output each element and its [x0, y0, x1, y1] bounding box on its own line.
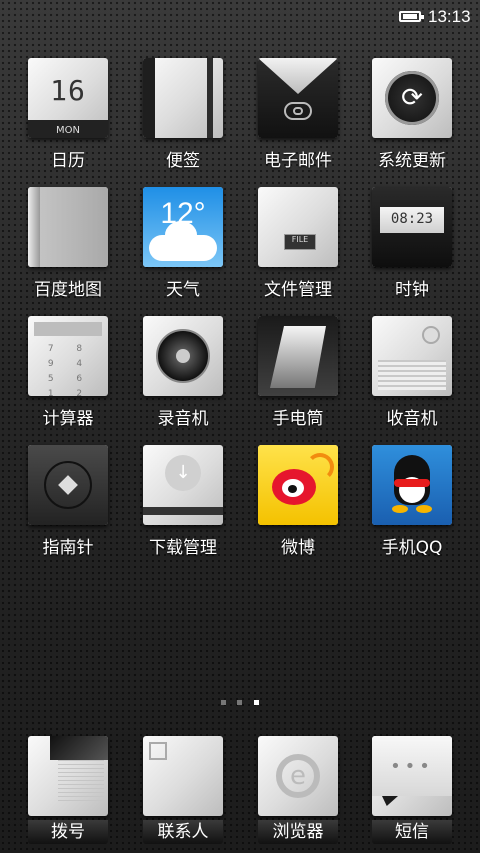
app-label: 文件管理 — [264, 280, 332, 300]
weather-icon: 12° — [143, 187, 223, 267]
app-label: 指南针 — [42, 538, 94, 558]
flashlight-icon — [258, 316, 338, 396]
battery-icon — [399, 11, 424, 22]
calculator-icon: 7 8 9 4 5 6 1 2 3 — [28, 316, 108, 396]
contacts-icon — [143, 736, 223, 816]
app-weather[interactable]: 12° 天气 — [128, 187, 238, 307]
browser-icon: e — [258, 736, 338, 816]
dock-label: 短信 — [372, 820, 452, 844]
status-bar: 13:13 — [0, 0, 480, 34]
app-label: 微博 — [281, 538, 315, 558]
dock-label: 拨号 — [28, 820, 108, 844]
dock-label: 联系人 — [143, 820, 223, 844]
dock-messages[interactable]: ••• 短信 — [357, 736, 467, 846]
app-weibo[interactable]: 微博 — [243, 445, 353, 565]
dock-contacts[interactable]: 联系人 — [128, 736, 238, 846]
app-clock[interactable]: 08:23 时钟 — [357, 187, 467, 307]
file-manager-icon: FILE — [258, 187, 338, 267]
phone-dialer-icon — [28, 736, 108, 816]
dock-browser[interactable]: e 浏览器 — [243, 736, 353, 846]
recorder-icon — [143, 316, 223, 396]
status-clock: 13:13 — [428, 7, 471, 26]
email-icon — [258, 58, 338, 138]
app-label: 时钟 — [395, 280, 429, 300]
app-download-manager[interactable]: ↓ 下载管理 — [128, 445, 238, 565]
app-label: 电子邮件 — [264, 151, 332, 171]
clock-icon: 08:23 — [372, 187, 452, 267]
compass-icon — [28, 445, 108, 525]
dock-dialer[interactable]: 拨号 — [13, 736, 123, 846]
download-icon: ↓ — [143, 445, 223, 525]
qq-penguin-icon — [372, 445, 452, 525]
app-file-manager[interactable]: FILE 文件管理 — [243, 187, 353, 307]
page-dot-active[interactable] — [254, 700, 259, 705]
app-label: 便签 — [166, 151, 200, 171]
app-label: 日历 — [51, 151, 85, 171]
app-label: 手电筒 — [272, 409, 324, 429]
app-compass[interactable]: 指南针 — [13, 445, 123, 565]
calendar-icon: 16 MON — [28, 58, 108, 138]
app-label: 天气 — [166, 280, 200, 300]
app-calculator[interactable]: 7 8 9 4 5 6 1 2 3 计算器 — [13, 316, 123, 436]
page-dot[interactable] — [221, 700, 226, 705]
radio-icon — [372, 316, 452, 396]
app-label: 录音机 — [157, 409, 209, 429]
app-email[interactable]: 电子邮件 — [243, 58, 353, 178]
app-label: 下载管理 — [149, 538, 217, 558]
message-icon: ••• — [372, 736, 452, 816]
app-label: 百度地图 — [34, 280, 102, 300]
app-label: 手机QQ — [381, 538, 443, 558]
app-radio[interactable]: 收音机 — [357, 316, 467, 436]
app-label: 系统更新 — [378, 151, 446, 171]
app-label: 计算器 — [42, 409, 94, 429]
app-notes[interactable]: 便签 — [128, 58, 238, 178]
page-dot[interactable] — [237, 700, 242, 705]
app-qq[interactable]: 手机QQ — [357, 445, 467, 565]
dock-label: 浏览器 — [258, 820, 338, 844]
weibo-icon — [258, 445, 338, 525]
app-flashlight[interactable]: 手电筒 — [243, 316, 353, 436]
map-icon — [28, 187, 108, 267]
notes-icon — [143, 58, 223, 138]
app-recorder[interactable]: 录音机 — [128, 316, 238, 436]
app-calendar[interactable]: 16 MON 日历 — [13, 58, 123, 178]
app-baidu-map[interactable]: 百度地图 — [13, 187, 123, 307]
app-system-update[interactable]: ⟳ 系统更新 — [357, 58, 467, 178]
system-update-icon: ⟳ — [372, 58, 452, 138]
page-indicator — [0, 700, 480, 710]
app-label: 收音机 — [386, 409, 438, 429]
